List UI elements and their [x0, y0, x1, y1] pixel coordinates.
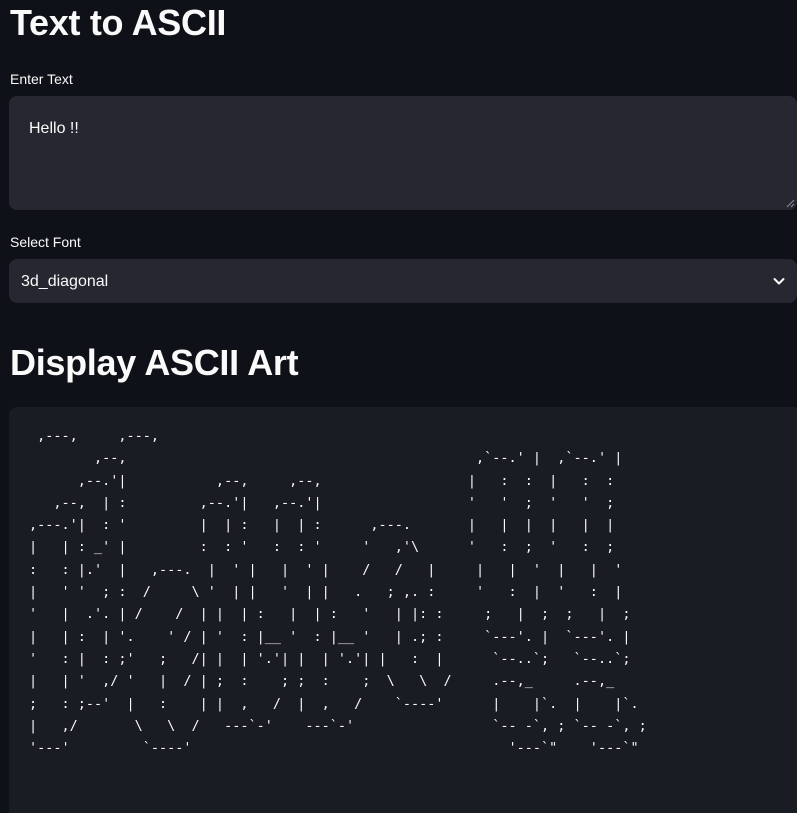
chevron-down-icon: [773, 278, 785, 285]
font-select[interactable]: 3d_diagonal: [9, 259, 797, 303]
ascii-art-output: ,---, ,---, ,--, ,`--.' | ,`--.' | ,--.'…: [29, 428, 647, 757]
ascii-art-code-block: ,---, ,---, ,--, ,`--.' | ,`--.' | ,--.'…: [9, 407, 797, 813]
text-input-container: [9, 96, 797, 210]
app-page: Text to ASCII Enter Text Select Font 3d_…: [0, 0, 797, 813]
font-select-value: 3d_diagonal: [21, 273, 109, 290]
font-select-label: Select Font: [10, 234, 81, 250]
section-heading: Display ASCII Art: [10, 342, 299, 383]
page-title: Text to ASCII: [10, 2, 227, 43]
resize-grip-icon[interactable]: [785, 198, 795, 208]
text-input[interactable]: [9, 96, 797, 210]
text-input-label: Enter Text: [10, 71, 73, 87]
